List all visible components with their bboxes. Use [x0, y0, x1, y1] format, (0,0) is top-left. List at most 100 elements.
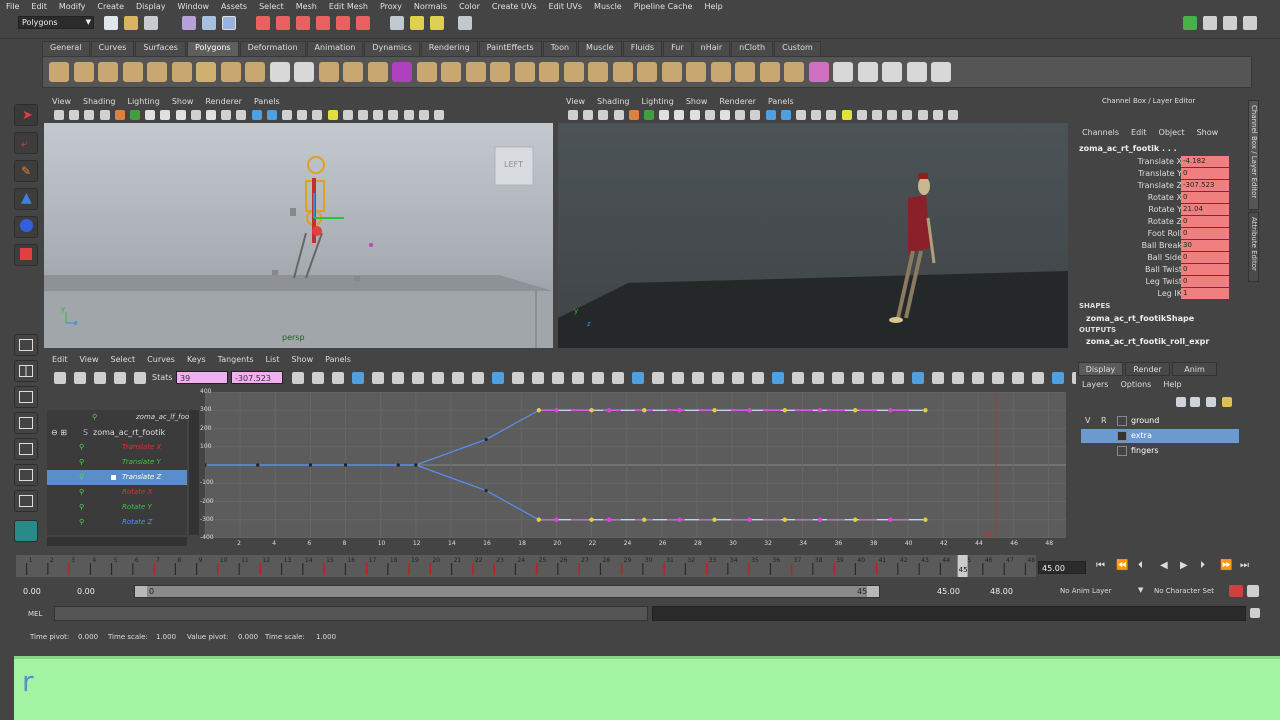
viewport-tool-8-icon[interactable] — [175, 110, 186, 120]
channel-menu-edit[interactable]: Edit — [1125, 128, 1153, 137]
graph-tool-8-icon[interactable] — [352, 372, 364, 384]
snap-grid-icon[interactable] — [256, 16, 270, 30]
menu-edit-uvs[interactable]: Edit UVs — [543, 2, 589, 11]
chevron-down-icon[interactable]: ▼ — [1138, 586, 1143, 594]
shelf-tab-deformation[interactable]: Deformation — [239, 41, 306, 56]
render-view-icon[interactable] — [390, 16, 404, 30]
attr-rotate-x[interactable]: Rotate X0 — [1076, 192, 1246, 204]
viewport-menu-renderer[interactable]: Renderer — [199, 97, 248, 106]
viewport-camera[interactable]: y z — [558, 123, 1068, 348]
graph-menu-curves[interactable]: Curves — [141, 355, 181, 364]
animation-start-field[interactable]: 0.00 — [20, 585, 68, 598]
channel-translate-y[interactable]: ⚲ Translate Y — [47, 455, 187, 470]
graph-tool-11-icon[interactable] — [412, 372, 424, 384]
channel-menu-channels[interactable]: Channels — [1076, 128, 1125, 137]
graph-tool-37-icon[interactable] — [932, 372, 944, 384]
layout-outliner-icon[interactable] — [14, 490, 38, 512]
viewport-tool-0-icon[interactable] — [568, 110, 578, 120]
viewport-menu-shading[interactable]: Shading — [591, 97, 636, 106]
viewport-tool-20-icon[interactable] — [872, 110, 882, 120]
layout-four-icon[interactable] — [14, 360, 38, 382]
pipe-icon[interactable] — [220, 62, 241, 82]
preferences-icon[interactable] — [1247, 585, 1259, 597]
viewport-tool-23-icon[interactable] — [917, 110, 928, 120]
graph-tool-2-icon[interactable] — [94, 372, 106, 384]
viewport-tool-10-icon[interactable] — [720, 110, 730, 120]
playback-end-field[interactable]: 45.00 — [934, 585, 986, 598]
graph-tool-6-icon[interactable] — [312, 372, 324, 384]
viewport-tool-6-icon[interactable] — [659, 110, 670, 120]
viewport-tool-7-icon[interactable] — [674, 110, 685, 120]
menu-mesh[interactable]: Mesh — [290, 2, 323, 11]
smooth-icon[interactable] — [416, 62, 437, 82]
viewport-menu-show[interactable]: Show — [166, 97, 200, 106]
attr-translate-y[interactable]: Translate Y0 — [1076, 168, 1246, 180]
shelf-tab-rendering[interactable]: Rendering — [420, 41, 478, 56]
layout-toggle-icon[interactable] — [1183, 16, 1197, 30]
keyframe[interactable] — [343, 463, 348, 467]
select-tool-icon[interactable]: ➤ — [14, 104, 38, 126]
layer-color-swatch[interactable] — [1117, 416, 1127, 426]
viewport-tool-3-icon[interactable] — [99, 110, 110, 120]
menu-edit[interactable]: Edit — [25, 2, 53, 11]
play-backward-icon[interactable]: ◀ — [1160, 560, 1168, 571]
graph-tool-23-icon[interactable] — [652, 372, 664, 384]
layer-reference-toggle[interactable]: R — [1101, 416, 1107, 425]
keyframe[interactable] — [589, 517, 594, 522]
viewport-tool-18-icon[interactable] — [841, 110, 852, 120]
viewport-tool-1-icon[interactable] — [583, 110, 594, 120]
move-layer-down-icon[interactable] — [1190, 397, 1200, 407]
step-forward-icon[interactable]: ⏩ — [1220, 560, 1232, 571]
graph-menu-select[interactable]: Select — [104, 355, 141, 364]
range-slider[interactable]: 0 45 — [134, 585, 880, 598]
keyframe[interactable] — [782, 517, 788, 522]
menu-modify[interactable]: Modify — [53, 2, 92, 11]
viewport-tool-2-icon[interactable] — [598, 110, 609, 120]
menu-create[interactable]: Create — [91, 2, 130, 11]
viewport-tool-25-icon[interactable] — [948, 110, 958, 120]
layout-hypershade-icon[interactable] — [14, 438, 38, 460]
viewport-tool-21-icon[interactable] — [373, 110, 384, 120]
attr-value-field[interactable]: -4.182 — [1181, 156, 1229, 167]
stats-value-field[interactable]: -307.523 — [231, 371, 283, 384]
graph-tool-39-icon[interactable] — [972, 372, 984, 384]
menu-assets[interactable]: Assets — [215, 2, 253, 11]
channel-translate-z[interactable]: ⚲ Translate Z — [47, 470, 187, 485]
sphere-icon[interactable] — [49, 62, 69, 82]
viewport-tool-4-icon[interactable] — [628, 110, 639, 120]
attr-value-field[interactable]: -307.523 — [1181, 180, 1229, 191]
quadrangulate-icon[interactable] — [563, 62, 584, 82]
attr-value-field[interactable]: 0 — [1181, 276, 1229, 287]
ipr-render-icon[interactable] — [430, 16, 444, 30]
viewport-tool-6-icon[interactable] — [145, 110, 156, 120]
viewport-tool-23-icon[interactable] — [403, 110, 414, 120]
attr-ball-side[interactable]: Ball Side 0 — [1076, 252, 1246, 264]
graph-tool-32-icon[interactable] — [832, 372, 844, 384]
channel-menu-show[interactable]: Show — [1191, 128, 1225, 137]
move-tool-icon[interactable]: ▲ — [14, 188, 38, 210]
keyframe[interactable] — [256, 463, 260, 467]
keyframe[interactable] — [554, 517, 559, 522]
viewport-tool-24-icon[interactable] — [932, 110, 943, 120]
keyframe[interactable] — [817, 517, 823, 522]
graph-tool-26-icon[interactable] — [712, 372, 724, 384]
current-time-field[interactable]: 45.00 — [1038, 561, 1086, 574]
new-layer-icon[interactable] — [1206, 397, 1216, 407]
keyframe[interactable] — [642, 408, 647, 413]
graph-tool-20-icon[interactable] — [592, 372, 604, 384]
layer-tab-render[interactable]: Render — [1125, 362, 1170, 376]
channel-rotate-y[interactable]: ⚲ Rotate Y — [47, 500, 187, 515]
outliner-item-top[interactable]: ⚲ zoma_ac_lf_foot — [47, 410, 192, 425]
viewport-menu-lighting[interactable]: Lighting — [121, 97, 165, 106]
viewport-menu-panels[interactable]: Panels — [248, 97, 286, 106]
shelf-tab-animation[interactable]: Animation — [306, 41, 364, 56]
graph-menu-list[interactable]: List — [260, 355, 286, 364]
channel-menu-object[interactable]: Object — [1153, 128, 1191, 137]
keyframe[interactable] — [817, 408, 823, 413]
shelf-tab-nhair[interactable]: nHair — [692, 41, 731, 56]
keyframe[interactable] — [888, 517, 893, 522]
graph-tool-1-icon[interactable] — [74, 372, 86, 384]
anim-layer-selector[interactable]: No Anim Layer — [1060, 587, 1111, 595]
range-slider-start-handle[interactable] — [135, 586, 147, 597]
average-icon[interactable] — [441, 62, 461, 82]
